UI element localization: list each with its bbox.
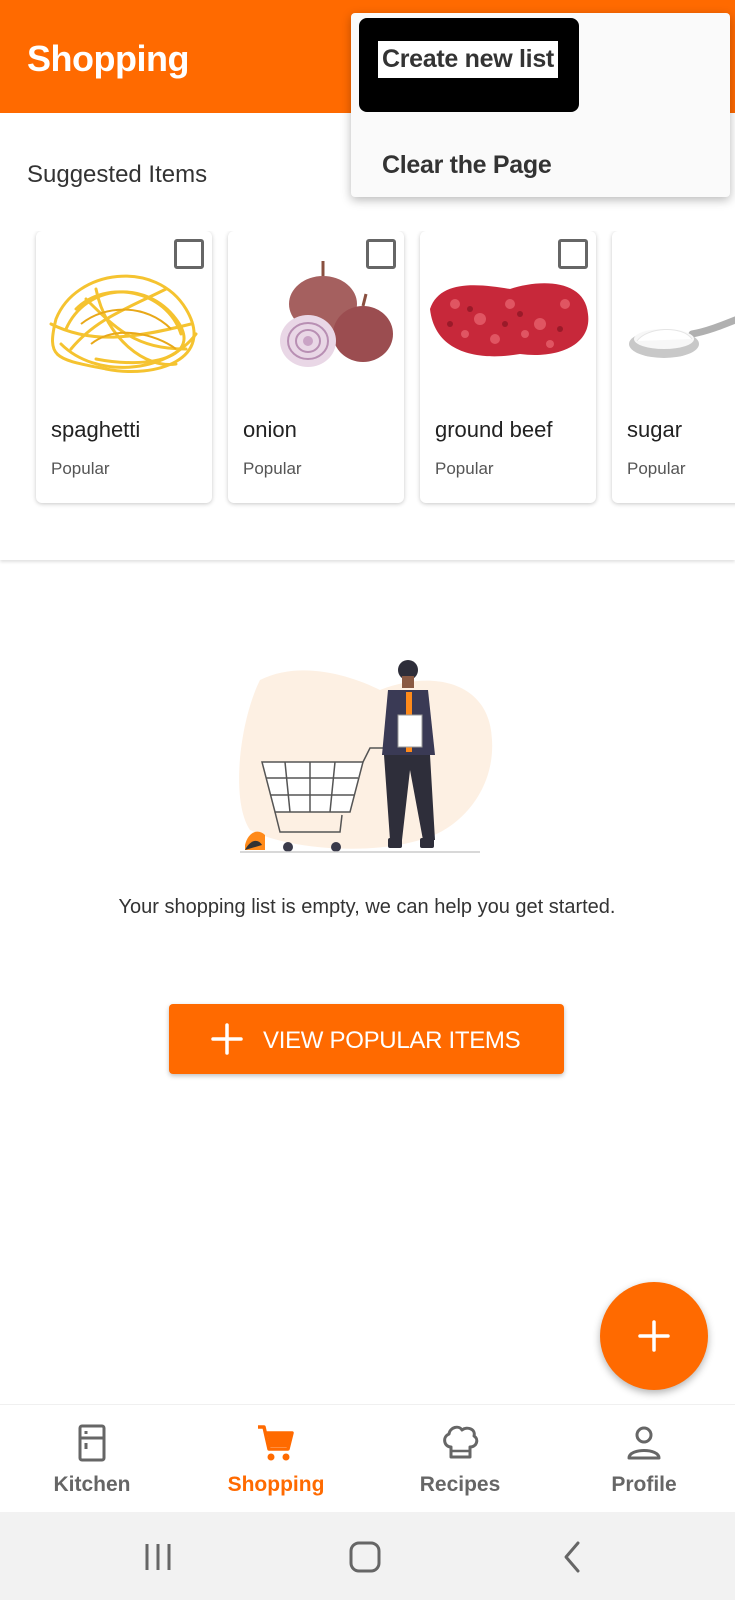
overflow-menu: Create new list Clear the Page (351, 13, 730, 197)
item-name: spaghetti (51, 417, 141, 442)
back-icon[interactable] (548, 1532, 598, 1582)
home-icon[interactable] (340, 1532, 390, 1582)
nav-label: Profile (611, 1473, 677, 1496)
menu-item-create-new-list[interactable]: Create new list (359, 18, 579, 112)
spaghetti-image (49, 274, 198, 373)
item-tag: Popular (243, 459, 302, 478)
item-name: ground beef (435, 417, 553, 442)
nav-label: Kitchen (53, 1473, 131, 1496)
item-name: sugar (627, 417, 683, 442)
item-tag: Popular (51, 459, 110, 478)
sugar-spoon-image (629, 316, 735, 358)
suggested-item-card[interactable]: spaghetti Popular (36, 231, 212, 503)
item-name: onion (243, 417, 297, 442)
empty-shopping-illustration (239, 660, 493, 853)
page-title: Shopping (27, 38, 189, 79)
recent-apps-icon[interactable] (133, 1532, 183, 1582)
menu-item-label: Create new list (378, 41, 558, 78)
suggested-items-title: Suggested Items (27, 161, 208, 188)
onion-image (280, 261, 393, 367)
item-tag: Popular (627, 459, 686, 478)
nav-label: Shopping (227, 1473, 325, 1496)
suggested-item-card[interactable]: ground beef Popular (420, 231, 596, 503)
view-popular-items-label: VIEW POPULAR ITEMS (263, 1027, 521, 1054)
menu-item-clear-page[interactable]: Clear the Page (359, 113, 579, 207)
bottom-navigation: Kitchen Shopping Recipes Profile (0, 1404, 735, 1512)
item-tag: Popular (435, 459, 494, 478)
nav-item-profile[interactable]: Profile (552, 1405, 735, 1513)
fridge-icon (78, 1424, 106, 1462)
menu-item-label: Clear the Page (382, 151, 552, 179)
plus-icon (638, 1320, 670, 1352)
empty-state-message: Your shopping list is empty, we can help… (118, 896, 616, 918)
suggested-items-carousel[interactable]: spaghetti Popular onion Popular ground b… (0, 231, 735, 511)
person-icon (627, 1426, 661, 1460)
nav-item-recipes[interactable]: Recipes (368, 1405, 552, 1513)
nav-item-shopping[interactable]: Shopping (184, 1405, 368, 1513)
suggested-item-card[interactable]: onion Popular (228, 231, 404, 503)
select-checkbox[interactable] (174, 239, 204, 269)
nav-item-kitchen[interactable]: Kitchen (0, 1405, 184, 1513)
plus-icon (211, 1023, 243, 1055)
cart-icon (258, 1425, 294, 1461)
select-checkbox[interactable] (558, 239, 588, 269)
view-popular-items-button[interactable]: VIEW POPULAR ITEMS (169, 1004, 564, 1074)
nav-label: Recipes (419, 1473, 501, 1496)
chef-hat-icon (443, 1425, 479, 1459)
system-navigation-bar (0, 1512, 735, 1600)
add-item-fab[interactable] (600, 1282, 708, 1390)
select-checkbox[interactable] (366, 239, 396, 269)
suggested-item-card[interactable]: sugar Popular (612, 231, 735, 503)
ground-beef-image (430, 283, 589, 357)
